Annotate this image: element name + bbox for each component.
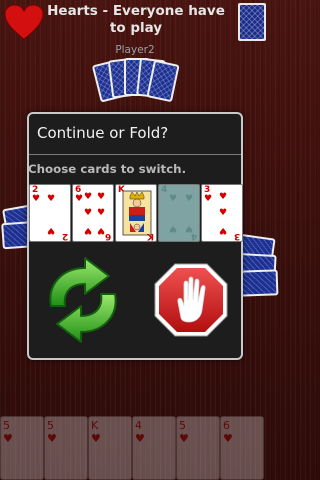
heart-icon: ♥	[84, 225, 93, 235]
divider	[29, 154, 241, 155]
top-bar: Hearts - Everyone have to play	[0, 0, 270, 44]
heart-icon: ♥	[204, 194, 213, 204]
hand-card: 5 ♥	[0, 416, 44, 480]
card-rank: K	[147, 231, 154, 241]
heart-icon: ♥	[84, 192, 93, 202]
switch-cards-button[interactable]	[37, 254, 129, 346]
instruction-text: Choose cards to switch.	[28, 162, 187, 176]
card-back	[239, 269, 279, 297]
heart-icon: ♥	[169, 194, 178, 204]
heart-icon: ♥	[97, 225, 106, 235]
heart-icon: ♥	[185, 194, 194, 204]
heart-icon: ♥	[84, 208, 93, 218]
heart-icon: ♥	[97, 192, 106, 202]
hand-card: 4 ♥	[132, 416, 176, 480]
heart-icon: ♥	[97, 208, 106, 218]
stop-hand-icon	[154, 263, 228, 337]
card-rank: 6	[104, 231, 111, 241]
game-title: Hearts - Everyone have to play	[47, 3, 225, 36]
hand-card: 6 ♥	[220, 416, 264, 480]
heart-icon	[4, 4, 44, 40]
heart-icon: ♥	[219, 192, 228, 202]
refresh-arrows-icon	[49, 257, 117, 343]
card-deck-icon[interactable]	[238, 3, 266, 41]
hand-card: 5 ♥	[176, 416, 220, 480]
selectable-card[interactable]: 6 ♥ ♥ ♥ ♥ ♥ ♥ ♥ 6	[72, 184, 114, 242]
heart-icon: ♥	[75, 194, 84, 204]
dialog-title: Continue or Fold?	[37, 124, 169, 142]
king-face-icon	[122, 190, 152, 236]
opponent-name-top: Player2	[115, 44, 155, 56]
card-rank: 4	[190, 231, 197, 241]
continue-or-fold-dialog: Continue or Fold? Choose cards to switch…	[27, 112, 243, 360]
selectable-card[interactable]: K K	[115, 184, 157, 242]
hand-card: 5 ♥	[44, 416, 88, 480]
heart-icon: ♥	[169, 223, 178, 233]
heart-icon: ♥	[47, 194, 56, 204]
fold-button[interactable]	[153, 262, 229, 338]
heart-icon: ♥	[32, 194, 41, 204]
selectable-card[interactable]: 2 ♥ ♥ ♥ 2	[29, 184, 71, 242]
card-rank: 3	[233, 231, 240, 241]
heart-icon: ♥	[219, 225, 228, 235]
card-rank: 2	[61, 231, 68, 241]
selectable-card[interactable]: 3 ♥ ♥ ♥ ♥ 3	[201, 184, 243, 242]
hand-card: K ♥	[88, 416, 132, 480]
heart-icon: ♥	[219, 208, 228, 218]
heart-icon: ♥	[47, 225, 56, 235]
cards-to-switch: 2 ♥ ♥ ♥ 2 6 ♥ ♥ ♥ ♥ ♥ ♥ ♥ 6 K K 4 ♥ ♥ ♥ …	[29, 184, 243, 242]
selectable-card-selected[interactable]: 4 ♥ ♥ ♥ ♥ 4	[158, 184, 200, 242]
card-rank: 4	[161, 185, 168, 195]
player-hand: 5 ♥ 5 ♥ K ♥ 4 ♥ 5 ♥ 6 ♥	[0, 416, 270, 480]
